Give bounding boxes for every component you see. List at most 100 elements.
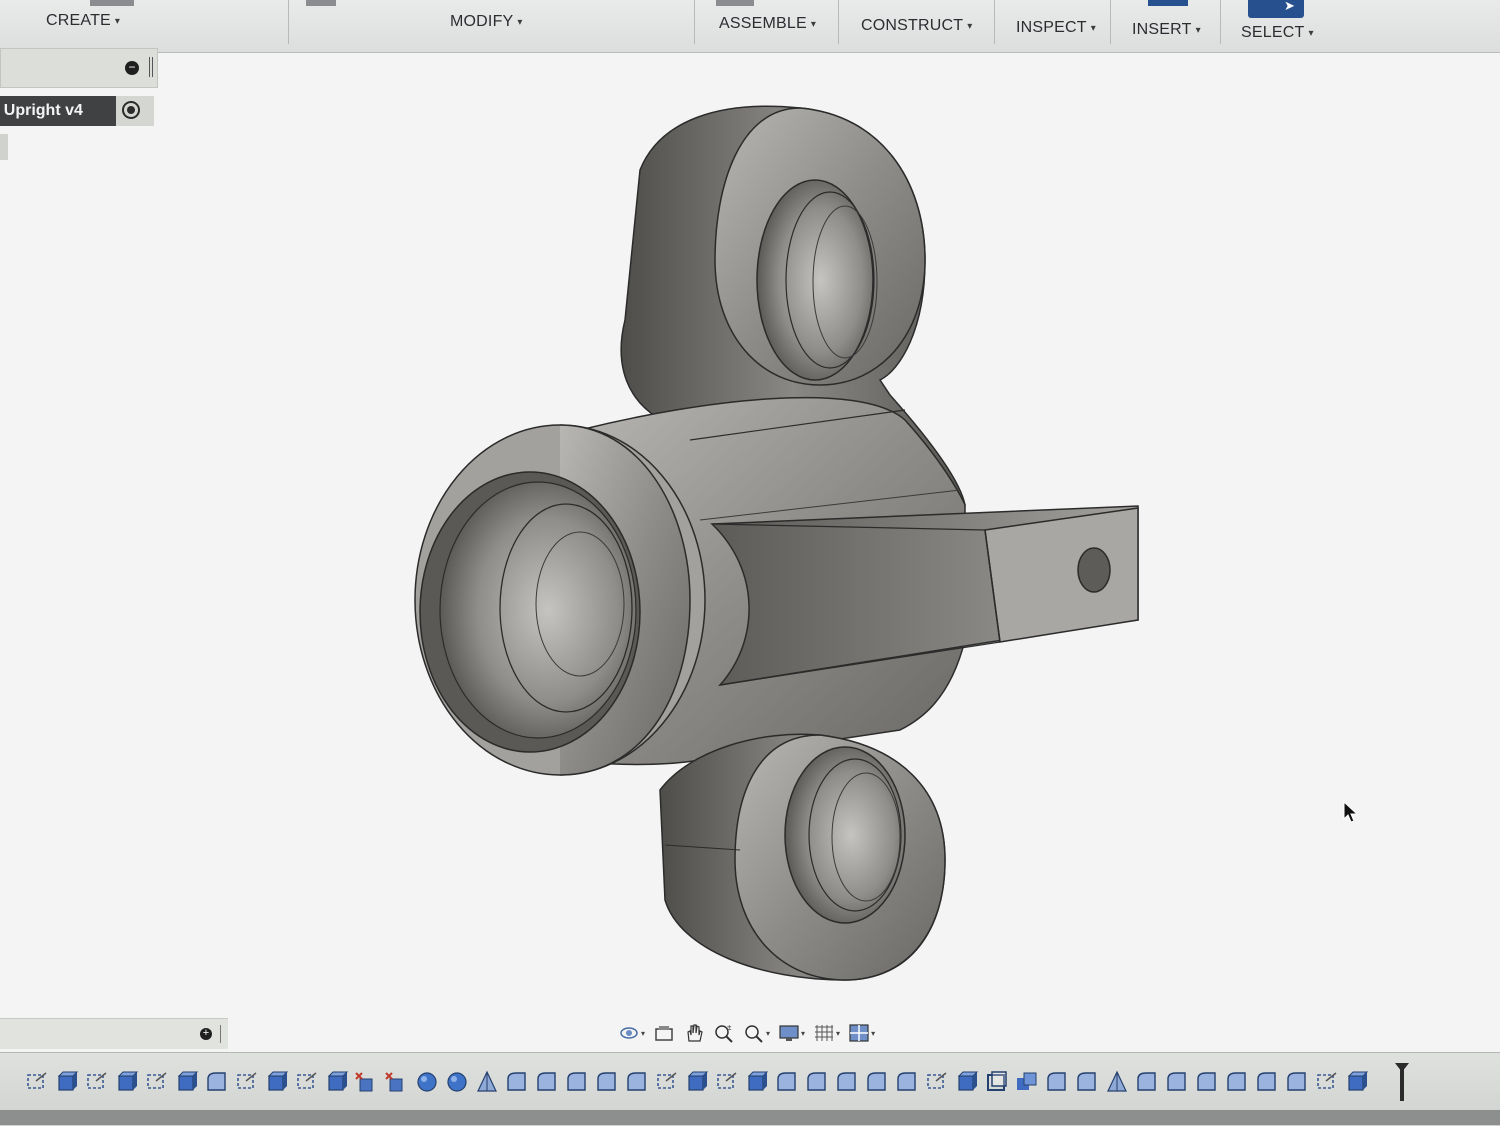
upright-part-model[interactable] [0, 52, 1500, 1047]
chevron-down-icon: ▾ [1195, 24, 1201, 36]
timeline-sketch-icon[interactable] [924, 1069, 950, 1095]
timeline-extrude-icon[interactable] [1344, 1069, 1370, 1095]
chevron-down-icon: ▾ [801, 1028, 806, 1038]
browser-subnode[interactable] [0, 134, 8, 160]
timeline-extrude-icon[interactable] [114, 1069, 140, 1095]
timeline-fillet-icon[interactable] [204, 1069, 230, 1095]
timeline-fillet-icon[interactable] [1254, 1069, 1280, 1095]
toolbar-divider [838, 0, 839, 44]
toolbar-divider [694, 0, 695, 44]
display-settings-icon[interactable]: ▾ [778, 1023, 805, 1043]
timeline-fillet-icon[interactable] [624, 1069, 650, 1095]
chevron-down-icon: ▾ [1090, 22, 1096, 34]
timeline-sketch-icon[interactable] [654, 1069, 680, 1095]
browser-panel-header[interactable]: − [0, 48, 158, 88]
timeline-fillet-icon[interactable] [1284, 1069, 1310, 1095]
timeline-sketch-icon[interactable] [294, 1069, 320, 1095]
timeline-fillet-icon[interactable] [1134, 1069, 1160, 1095]
toolbar-tile-fragment [1148, 0, 1188, 6]
insert-menu[interactable]: INSERT ▾ [1132, 15, 1201, 45]
timeline-track [24, 1067, 1414, 1097]
timeline-fillet-icon[interactable] [1194, 1069, 1220, 1095]
construct-menu[interactable]: CONSTRUCT ▾ [861, 11, 972, 41]
select-menu[interactable]: SELECT ▾ [1241, 18, 1314, 48]
timeline-extrude-icon[interactable] [174, 1069, 200, 1095]
insert-menu-label: INSERT [1132, 21, 1192, 38]
timeline-fillet-icon[interactable] [834, 1069, 860, 1095]
pan-icon[interactable] [683, 1023, 705, 1043]
timeline-move-icon[interactable] [354, 1069, 380, 1095]
panel-grip-icon[interactable] [220, 1025, 223, 1043]
chevron-down-icon: ▾ [836, 1028, 841, 1038]
timeline-fillet-icon[interactable] [894, 1069, 920, 1095]
timeline-sketch-icon[interactable] [1314, 1069, 1340, 1095]
timeline-draft-icon[interactable] [474, 1069, 500, 1095]
timeline-fillet-icon[interactable] [1164, 1069, 1190, 1095]
chevron-down-icon: ▾ [114, 15, 121, 27]
timeline-sphere-icon[interactable] [444, 1069, 470, 1095]
create-menu[interactable]: CREATE ▾ [46, 6, 120, 36]
timeline-extrude-icon[interactable] [744, 1069, 770, 1095]
construct-menu-label: CONSTRUCT [861, 17, 964, 34]
timeline-fillet-icon[interactable] [534, 1069, 560, 1095]
chevron-down-icon: ▾ [967, 20, 973, 32]
assemble-menu[interactable]: ASSEMBLE ▾ [719, 9, 816, 39]
timeline-extrude-icon[interactable] [954, 1069, 980, 1095]
create-menu-label: CREATE [46, 12, 111, 29]
panel-grip-icon[interactable] [149, 57, 153, 77]
timeline-fillet-icon[interactable] [594, 1069, 620, 1095]
timeline-extrude-icon[interactable] [324, 1069, 350, 1095]
timeline-fillet-icon[interactable] [1074, 1069, 1100, 1095]
timeline-draft-icon[interactable] [1104, 1069, 1130, 1095]
mouse-cursor-icon [1343, 800, 1359, 823]
timeline-sketch-icon[interactable] [714, 1069, 740, 1095]
timeline-marker[interactable] [1395, 1063, 1409, 1101]
timeline-fillet-icon[interactable] [1044, 1069, 1070, 1095]
grid-settings-icon[interactable]: ▾ [813, 1023, 840, 1043]
timeline-sketch-icon[interactable] [24, 1069, 50, 1095]
orbit-icon[interactable]: ▾ [618, 1023, 645, 1043]
top-toolbar: CREATE ▾ MODIFY ▾ ASSEMBLE ▾ CONSTRUCT ▾ INS… [0, 0, 1500, 53]
3d-viewport[interactable] [0, 52, 1500, 1047]
viewports-icon[interactable]: ▾ [848, 1023, 875, 1043]
timeline-combine-icon[interactable] [1014, 1069, 1040, 1095]
chevron-down-icon: ▾ [766, 1028, 771, 1038]
inspect-menu[interactable]: INSPECT ▾ [1016, 13, 1096, 43]
timeline-sphere-icon[interactable] [414, 1069, 440, 1095]
timeline-sketch-icon[interactable] [144, 1069, 170, 1095]
timeline-fillet-icon[interactable] [864, 1069, 890, 1095]
look-at-icon[interactable] [653, 1023, 675, 1043]
timeline-fillet-icon[interactable] [774, 1069, 800, 1095]
timeline-move-icon[interactable] [384, 1069, 410, 1095]
timeline-shell-icon[interactable] [984, 1069, 1010, 1095]
chevron-down-icon: ▾ [1308, 27, 1314, 39]
timeline-fillet-icon[interactable] [804, 1069, 830, 1095]
modify-menu[interactable]: MODIFY ▾ [450, 7, 523, 37]
toolbar-divider [288, 0, 289, 44]
chevron-down-icon: ▾ [641, 1028, 646, 1038]
timeline-extrude-icon[interactable] [264, 1069, 290, 1095]
toolbar-tile-fragment [716, 0, 754, 6]
chevron-down-icon: ▾ [871, 1028, 876, 1038]
toolbar-divider [1220, 0, 1221, 44]
timeline-extrude-icon[interactable] [54, 1069, 80, 1095]
select-menu-label: SELECT [1241, 24, 1305, 41]
svg-text:±: ± [727, 1023, 732, 1032]
toolbar-tile-fragment [306, 0, 336, 6]
toolbar-divider [994, 0, 995, 44]
zoom-window-icon[interactable]: ± [713, 1023, 735, 1043]
timeline-fillet-icon[interactable] [1224, 1069, 1250, 1095]
activate-radio-icon[interactable] [122, 101, 140, 119]
add-comment-icon[interactable]: + [200, 1028, 212, 1040]
timeline-sketch-icon[interactable] [234, 1069, 260, 1095]
timeline-fillet-icon[interactable] [564, 1069, 590, 1095]
select-tool-button[interactable]: ➤ [1248, 0, 1304, 18]
timeline-extrude-icon[interactable] [684, 1069, 710, 1095]
chevron-down-icon: ▾ [517, 16, 523, 28]
timeline-fillet-icon[interactable] [504, 1069, 530, 1095]
timeline-sketch-icon[interactable] [84, 1069, 110, 1095]
fit-icon[interactable]: ▾ [743, 1023, 770, 1043]
collapse-icon[interactable]: − [125, 61, 139, 75]
comments-panel[interactable]: + [0, 1018, 228, 1049]
browser-node-upright[interactable]: t Upright v4 [0, 96, 154, 126]
